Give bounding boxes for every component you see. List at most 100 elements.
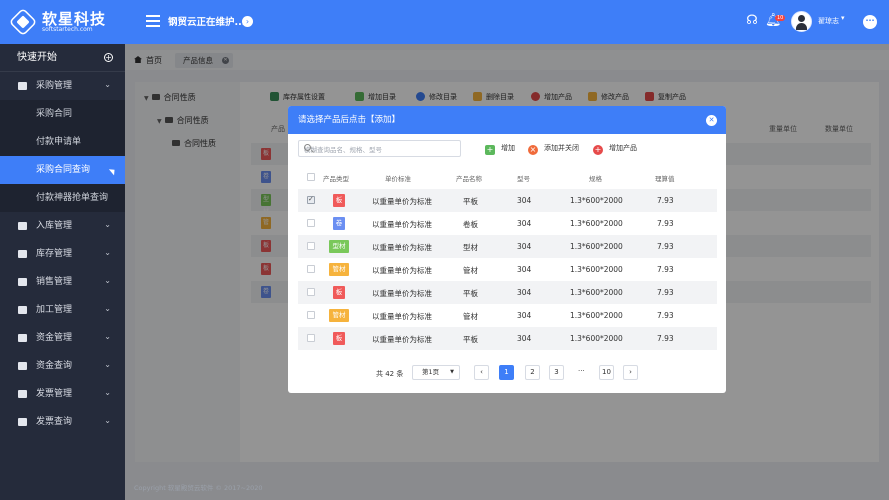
- logo-subtitle: softstartech.com: [42, 26, 93, 33]
- chevron-down-icon: ⌄: [104, 407, 111, 435]
- modal-header: 请选择产品后点击【添加】 ✕: [288, 106, 726, 134]
- model-cell: 304: [517, 265, 531, 274]
- next-page-button[interactable]: ›: [623, 365, 638, 380]
- menu-toggle-icon[interactable]: [146, 15, 160, 27]
- sidebar-group-purchase[interactable]: 采购管理 ⌄: [0, 72, 125, 100]
- sidebar-group-funds-query[interactable]: 资金查询⌄: [0, 352, 125, 380]
- add-icon: +: [485, 145, 495, 155]
- sidebar-quick-start[interactable]: 快速开始 +: [0, 44, 125, 72]
- product-type-tag: 管材: [329, 263, 349, 276]
- inbound-icon: [18, 222, 27, 230]
- chevron-down-icon: ⌄: [104, 239, 111, 267]
- sidebar-group-invoice[interactable]: 发票管理⌄: [0, 380, 125, 408]
- chevron-down-icon: ▼: [450, 366, 454, 379]
- quick-start-label: 快速开始: [17, 52, 57, 63]
- price-standard-cell: 以重量单价为标准: [372, 334, 432, 345]
- row-checkbox[interactable]: [307, 196, 315, 204]
- calc-value-cell: 7.93: [657, 242, 674, 251]
- sidebar-group-funds[interactable]: 资金管理⌄: [0, 324, 125, 352]
- calc-value-cell: 7.93: [657, 311, 674, 320]
- sidebar-group-label: 库存管理: [36, 249, 72, 259]
- price-standard-cell: 以重量单价为标准: [372, 242, 432, 253]
- plus-icon[interactable]: +: [104, 53, 113, 62]
- logo[interactable]: 软星科技 softstartech.com: [10, 7, 125, 37]
- close-icon[interactable]: ✕: [706, 115, 717, 126]
- sidebar-group-sales[interactable]: 销售管理⌄: [0, 268, 125, 296]
- product-name-cell: 平板: [463, 196, 478, 207]
- sidebar-item-payment-request[interactable]: 付款申请单: [0, 128, 125, 156]
- page-button-1[interactable]: 1: [499, 365, 514, 380]
- row-checkbox[interactable]: [307, 219, 315, 227]
- spec-cell: 1.3*600*2000: [570, 196, 623, 205]
- select-all-checkbox[interactable]: [307, 173, 315, 181]
- product-name-cell: 管材: [463, 265, 478, 276]
- more-icon[interactable]: ···: [863, 15, 877, 29]
- mouse-cursor-icon: [109, 167, 117, 176]
- sidebar-group-invoice-query[interactable]: 发票查询 ⌄: [0, 408, 125, 436]
- product-name-cell: 平板: [463, 288, 478, 299]
- row-checkbox[interactable]: [307, 242, 315, 250]
- product-type-tag: 卷: [333, 217, 345, 230]
- spec-cell: 1.3*600*2000: [570, 242, 623, 251]
- sidebar-item-purchase-contract[interactable]: 采购合同: [0, 100, 125, 128]
- column-header: 规格: [589, 173, 602, 183]
- process-icon: [18, 306, 27, 314]
- sidebar-group-inventory[interactable]: 库存管理 ⌄: [0, 240, 125, 268]
- add-product-button[interactable]: +增加产品: [593, 143, 637, 155]
- product-name-cell: 管材: [463, 311, 478, 322]
- spec-cell: 1.3*600*2000: [570, 265, 623, 274]
- add-and-close-button[interactable]: ×添加并关闭: [528, 143, 579, 155]
- sidebar-group-processing[interactable]: 加工管理⌄: [0, 296, 125, 324]
- price-standard-cell: 以重量单价为标准: [372, 219, 432, 230]
- invoice-icon: [18, 390, 27, 398]
- table-row[interactable]: 板以重量单价为标准平板3041.3*600*20007.93: [298, 189, 717, 212]
- maintenance-notice[interactable]: 钢贸云正在维护...: [168, 14, 245, 28]
- table-row[interactable]: 板以重量单价为标准平板3041.3*600*20007.93: [298, 281, 717, 304]
- pagination-ellipsis: ···: [578, 367, 585, 375]
- table-row[interactable]: 管材以重量单价为标准管材3041.3*600*20007.93: [298, 258, 717, 281]
- sidebar: 快速开始 + 采购管理 ⌄ 采购合同 付款申请单 采购合同查询 付款神器抢单查询…: [0, 44, 125, 500]
- button-label: 增加: [501, 144, 515, 152]
- search-icon[interactable]: [304, 144, 311, 151]
- search-placeholder: 模糊查询品名、规格、型号: [304, 144, 382, 154]
- sidebar-item-payment-grab-query[interactable]: 付款神器抢单查询: [0, 184, 125, 212]
- chevron-down-icon: ⌄: [104, 71, 111, 99]
- button-label: 添加并关闭: [544, 144, 579, 152]
- chevron-right-icon[interactable]: ›: [242, 16, 253, 27]
- prev-page-button[interactable]: ‹: [474, 365, 489, 380]
- caret-down-icon[interactable]: ▾: [841, 14, 845, 22]
- column-header: 产品名称: [456, 173, 482, 183]
- page-button-last[interactable]: 10: [599, 365, 614, 380]
- table-row[interactable]: 卷以重量单价为标准卷板3041.3*600*20007.93: [298, 212, 717, 235]
- chevron-down-icon: ⌄: [104, 295, 111, 323]
- page-button-3[interactable]: 3: [549, 365, 564, 380]
- notification-badge: 10: [775, 15, 785, 21]
- row-checkbox[interactable]: [307, 334, 315, 342]
- funds-icon: [18, 334, 27, 342]
- table-row[interactable]: 型材以重量单价为标准型材3041.3*600*20007.93: [298, 235, 717, 258]
- add-button[interactable]: + 增加: [485, 143, 515, 155]
- search-input[interactable]: 模糊查询品名、规格、型号: [298, 140, 461, 157]
- avatar[interactable]: [791, 11, 812, 32]
- headset-icon[interactable]: ☊: [744, 13, 760, 29]
- table-row[interactable]: 管材以重量单价为标准管材3041.3*600*20007.93: [298, 304, 717, 327]
- chevron-down-icon: ⌄: [104, 267, 111, 295]
- row-checkbox[interactable]: [307, 311, 315, 319]
- table-row[interactable]: 板以重量单价为标准平板3041.3*600*20007.93: [298, 327, 717, 350]
- row-checkbox[interactable]: [307, 265, 315, 273]
- spec-cell: 1.3*600*2000: [570, 334, 623, 343]
- logo-icon: [9, 8, 38, 37]
- sidebar-group-label: 发票查询: [36, 417, 72, 427]
- page-select[interactable]: 第1页▼: [412, 365, 460, 380]
- product-name-cell: 卷板: [463, 219, 478, 230]
- sidebar-group-label: 资金查询: [36, 361, 72, 371]
- price-standard-cell: 以重量单价为标准: [372, 196, 432, 207]
- row-checkbox[interactable]: [307, 288, 315, 296]
- product-type-tag: 管材: [329, 309, 349, 322]
- sidebar-group-inbound[interactable]: 入库管理⌄: [0, 212, 125, 240]
- username[interactable]: 翟琼志: [818, 16, 839, 26]
- sidebar-item-label: 采购合同查询: [36, 165, 90, 175]
- calc-value-cell: 7.93: [657, 334, 674, 343]
- page-button-2[interactable]: 2: [525, 365, 540, 380]
- sidebar-item-contract-query[interactable]: 采购合同查询: [0, 156, 125, 184]
